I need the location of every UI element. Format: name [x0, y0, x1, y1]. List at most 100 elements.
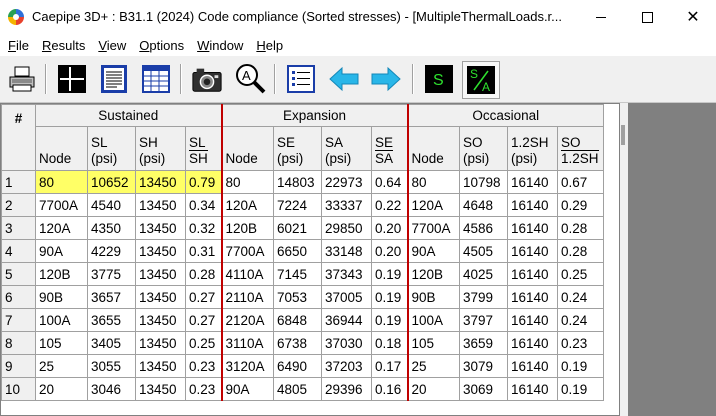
cell-node[interactable]: 120B [35, 262, 88, 286]
cell-so[interactable]: 3799 [459, 285, 508, 309]
table-row[interactable]: 4 90A 4229 13450 0.31 7700A 6650 33148 0.20 90A 45… [1, 239, 604, 263]
cell-sl-sh-ratio[interactable]: 0.32 [185, 216, 223, 240]
cell-sl-sh-ratio[interactable]: 0.25 [185, 331, 223, 355]
find-button[interactable]: A [234, 63, 266, 95]
cell-node[interactable]: 120A [407, 193, 460, 217]
cell-sa[interactable]: 37203 [321, 354, 372, 378]
maximize-button[interactable] [624, 0, 670, 34]
cell-sh[interactable]: 13450 [135, 354, 186, 378]
cell-so[interactable]: 4648 [459, 193, 508, 217]
next-button[interactable] [370, 63, 402, 95]
cell-so[interactable]: 4505 [459, 239, 508, 263]
cell-so-1-2sh-ratio[interactable]: 0.19 [557, 354, 604, 378]
print-button[interactable] [6, 63, 38, 95]
menu-options[interactable]: Options [134, 38, 189, 53]
col-header-node[interactable]: Node [35, 126, 88, 171]
cell-sl[interactable]: 3775 [87, 262, 136, 286]
close-button[interactable]: ✕ [670, 0, 716, 34]
cell-1-2sh[interactable]: 16140 [507, 308, 558, 332]
cell-row-number[interactable]: 3 [1, 216, 36, 240]
cell-se[interactable]: 4805 [273, 377, 322, 401]
cell-sh[interactable]: 13450 [135, 331, 186, 355]
cell-sl[interactable]: 3046 [87, 377, 136, 401]
cell-sl-sh-ratio[interactable]: 0.23 [185, 377, 223, 401]
cell-1-2sh[interactable]: 16140 [507, 216, 558, 240]
table-row[interactable]: 5 120B 3775 13450 0.28 4110A 7145 37343 0.19 120B… [1, 262, 604, 286]
table-row[interactable]: 3 120A 4350 13450 0.32 120B 6021 29850 0.20 7700A… [1, 216, 604, 240]
table-row[interactable]: 7 100A 3655 13450 0.27 2120A 6848 36944 0.19 100A… [1, 308, 604, 332]
cell-1-2sh[interactable]: 16140 [507, 193, 558, 217]
cell-so-1-2sh-ratio[interactable]: 0.24 [557, 308, 604, 332]
stress-button[interactable]: S [423, 63, 455, 95]
col-header-node[interactable]: Node [221, 126, 274, 171]
cell-so[interactable]: 4025 [459, 262, 508, 286]
cell-node[interactable]: 4110A [221, 262, 274, 286]
cell-se[interactable]: 6490 [273, 354, 322, 378]
cell-so[interactable]: 3079 [459, 354, 508, 378]
cell-so[interactable]: 10798 [459, 170, 508, 194]
cell-node[interactable]: 120A [221, 193, 274, 217]
cell-so-1-2sh-ratio[interactable]: 0.28 [557, 216, 604, 240]
cell-sl[interactable]: 3055 [87, 354, 136, 378]
cell-node[interactable]: 25 [407, 354, 460, 378]
cell-node[interactable]: 80 [35, 170, 88, 194]
cell-sa[interactable]: 36944 [321, 308, 372, 332]
vertical-scrollbar[interactable] [620, 103, 628, 416]
cell-node[interactable]: 90A [407, 239, 460, 263]
cell-sl[interactable]: 4540 [87, 193, 136, 217]
cell-node[interactable]: 100A [35, 308, 88, 332]
cell-sl-sh-ratio[interactable]: 0.79 [185, 170, 223, 194]
table-row[interactable]: 6 90B 3657 13450 0.27 2110A 7053 37005 0.19 90B 37… [1, 285, 604, 309]
cell-sa[interactable]: 37343 [321, 262, 372, 286]
cell-se[interactable]: 7053 [273, 285, 322, 309]
table-row[interactable]: 9 25 3055 13450 0.23 3120A 6490 37203 0.17 25 3079… [1, 354, 604, 378]
cell-sl-sh-ratio[interactable]: 0.28 [185, 262, 223, 286]
cell-1-2sh[interactable]: 16140 [507, 377, 558, 401]
cell-sl[interactable]: 3657 [87, 285, 136, 309]
col-header-sl-sh-ratio[interactable]: SL SH [185, 126, 223, 171]
cell-sa[interactable]: 22973 [321, 170, 372, 194]
cell-se[interactable]: 6848 [273, 308, 322, 332]
cell-sl-sh-ratio[interactable]: 0.31 [185, 239, 223, 263]
cell-sa[interactable]: 37030 [321, 331, 372, 355]
grid-lines-button[interactable] [56, 63, 88, 95]
cell-1-2sh[interactable]: 16140 [507, 331, 558, 355]
scrollbar-thumb[interactable] [621, 125, 625, 145]
cell-node[interactable]: 90B [35, 285, 88, 309]
cell-sa[interactable]: 29850 [321, 216, 372, 240]
table-row[interactable]: 2 7700A 4540 13450 0.34 120A 7224 33337 0.22 120A… [1, 193, 604, 217]
cell-sh[interactable]: 13450 [135, 262, 186, 286]
cell-node[interactable]: 3110A [221, 331, 274, 355]
cell-se[interactable]: 7224 [273, 193, 322, 217]
cell-se-sa-ratio[interactable]: 0.19 [371, 262, 409, 286]
col-header-1-2sh[interactable]: 1.2SH (psi) [507, 126, 558, 171]
cell-node[interactable]: 90A [35, 239, 88, 263]
cell-se-sa-ratio[interactable]: 0.20 [371, 216, 409, 240]
minimize-button[interactable] [578, 0, 624, 34]
cell-node[interactable]: 100A [407, 308, 460, 332]
cell-so[interactable]: 3069 [459, 377, 508, 401]
cell-se-sa-ratio[interactable]: 0.20 [371, 239, 409, 263]
cell-1-2sh[interactable]: 16140 [507, 354, 558, 378]
cell-node[interactable]: 90B [407, 285, 460, 309]
cell-so-1-2sh-ratio[interactable]: 0.23 [557, 331, 604, 355]
cell-1-2sh[interactable]: 16140 [507, 262, 558, 286]
cell-sl-sh-ratio[interactable]: 0.34 [185, 193, 223, 217]
cell-so[interactable]: 3797 [459, 308, 508, 332]
cell-sl[interactable]: 4229 [87, 239, 136, 263]
cell-1-2sh[interactable]: 16140 [507, 285, 558, 309]
cell-node[interactable]: 120A [35, 216, 88, 240]
cell-row-number[interactable]: 8 [1, 331, 36, 355]
table-row[interactable]: 10 20 3046 13450 0.23 90A 4805 29396 0.16 20 3069 1… [1, 377, 604, 401]
cell-row-number[interactable]: 2 [1, 193, 36, 217]
list-button[interactable] [285, 63, 317, 95]
cell-node[interactable]: 105 [407, 331, 460, 355]
cell-row-number[interactable]: 5 [1, 262, 36, 286]
cell-so[interactable]: 4586 [459, 216, 508, 240]
cell-sa[interactable]: 33337 [321, 193, 372, 217]
cell-node[interactable]: 7700A [221, 239, 274, 263]
cell-sl-sh-ratio[interactable]: 0.23 [185, 354, 223, 378]
cell-se-sa-ratio[interactable]: 0.22 [371, 193, 409, 217]
cell-sh[interactable]: 13450 [135, 308, 186, 332]
cell-so-1-2sh-ratio[interactable]: 0.29 [557, 193, 604, 217]
